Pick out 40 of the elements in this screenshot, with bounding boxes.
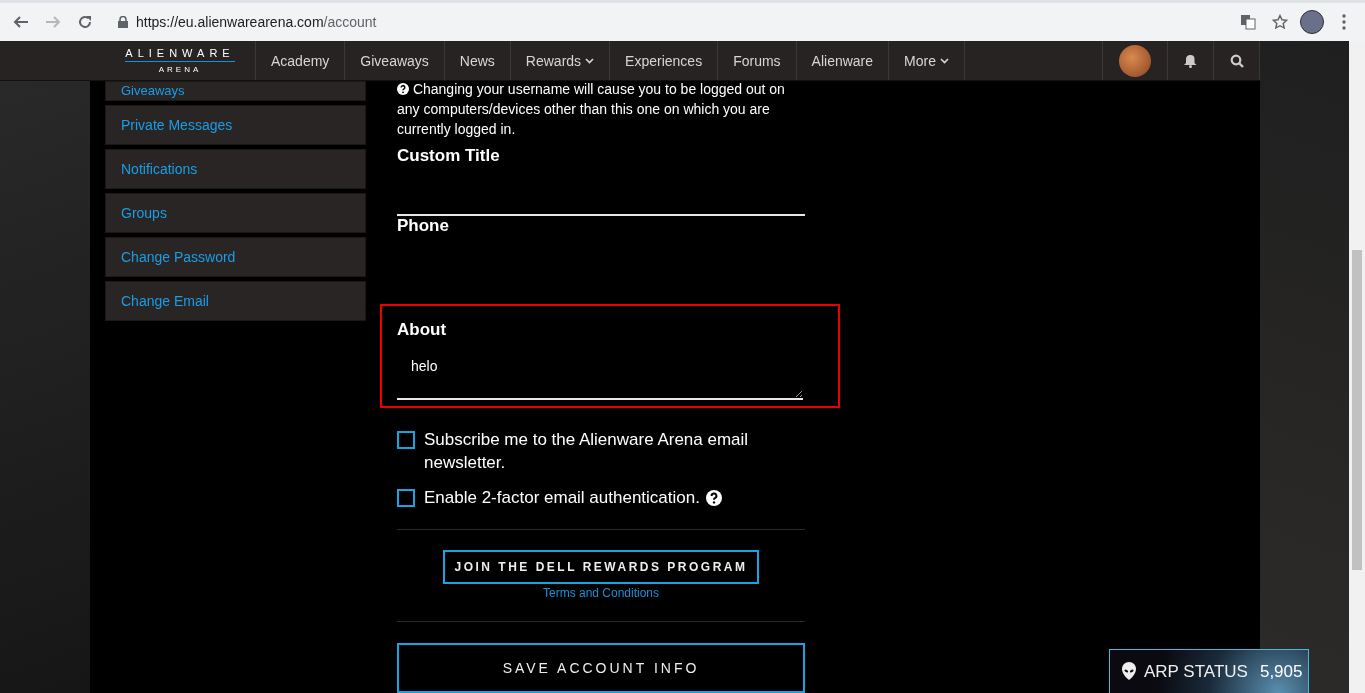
site-logo[interactable]: ALIENWARE ARENA (105, 41, 255, 80)
sidebar-link[interactable]: Change Email (105, 281, 366, 321)
arp-points-value: 5,905 (1259, 662, 1303, 682)
nav-link[interactable]: Forums (717, 41, 796, 80)
sidebar-link[interactable]: Private Messages (105, 105, 366, 145)
arp-status-badge[interactable]: ARP STATUS 5,905 (1109, 649, 1309, 693)
profile-avatar[interactable] (1300, 10, 1324, 34)
arp-status-label: ARP STATUS (1144, 662, 1248, 682)
question-icon (397, 83, 409, 95)
checkbox-label: Subscribe me to the Alienware Arena email newsletter. (424, 429, 750, 474)
checkbox[interactable] (397, 489, 415, 507)
field-label: Phone (397, 216, 450, 236)
scrollbar[interactable] (1349, 41, 1365, 693)
sidebar-link[interactable]: Change Password (105, 237, 366, 277)
nav-link[interactable]: More (888, 41, 964, 80)
lock-icon (118, 16, 128, 28)
field-label: Custom Title (397, 146, 501, 166)
nav-link[interactable]: Alienware (795, 41, 889, 80)
sidebar-link[interactable]: Notifications (105, 149, 366, 189)
user-avatar[interactable] (1119, 44, 1151, 77)
help-icon[interactable] (705, 489, 722, 506)
nav-link[interactable]: Experiences (609, 41, 718, 80)
rewards-button[interactable]: JOIN THE DELL REWARDS PROGRAM (442, 550, 760, 584)
terms-link[interactable]: Terms and Conditions (542, 586, 660, 600)
nav-link[interactable]: Giveaways (344, 41, 444, 80)
address-bar-url[interactable]: https://eu.alienwarearena.com/account (136, 14, 377, 30)
search-icon[interactable] (1229, 53, 1244, 68)
alien-head-icon (1122, 662, 1136, 680)
sidebar-link[interactable]: Giveaways (105, 81, 366, 101)
save-button[interactable]: SAVE ACCOUNT INFO (397, 643, 805, 693)
checkbox-label: Enable 2-factor email authentication. (424, 487, 700, 509)
nav-link[interactable]: News (443, 41, 510, 80)
notice-text: Changing your username will cause you to be logged out on any computers/devices other than this one on which you are currently logged in. (397, 80, 786, 139)
nav-link[interactable]: Rewards (509, 41, 610, 80)
about-textarea[interactable]: helo (397, 350, 803, 400)
nav-link[interactable]: Academy (255, 41, 345, 80)
sidebar-link[interactable]: Groups (105, 193, 366, 233)
bell-icon[interactable] (1184, 53, 1197, 68)
checkbox[interactable] (397, 431, 415, 449)
field-label: About (397, 320, 448, 340)
